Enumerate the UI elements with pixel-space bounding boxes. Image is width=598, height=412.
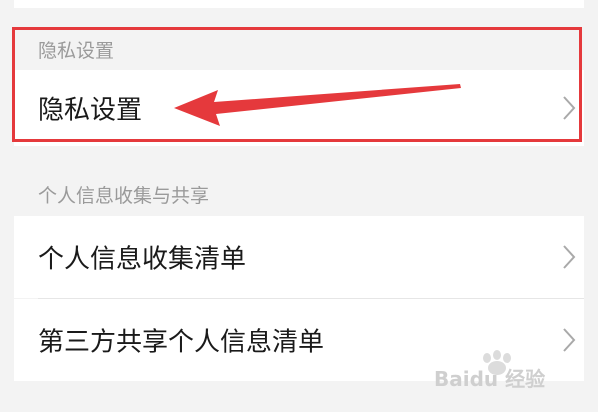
row-label: 第三方共享个人信息清单 [38,327,325,358]
settings-row-personal-info-list[interactable]: 个人信息收集清单 [14,216,584,298]
settings-screen: 隐私设置 隐私设置 个人信息收集与共享 个人信息收集清单 第三方共享个人信息清单 [0,0,598,412]
section-header-personal-info: 个人信息收集与共享 [38,185,210,207]
watermark-text: Baidu 经验 [434,367,545,391]
row-label: 个人信息收集清单 [38,244,247,275]
chevron-right-icon [563,328,576,352]
chevron-right-icon [563,245,576,269]
previous-row-remnant [14,0,584,8]
annotation-arrow-icon [174,84,461,126]
baidu-jingyan-watermark: Baidu 经验 [434,350,545,391]
